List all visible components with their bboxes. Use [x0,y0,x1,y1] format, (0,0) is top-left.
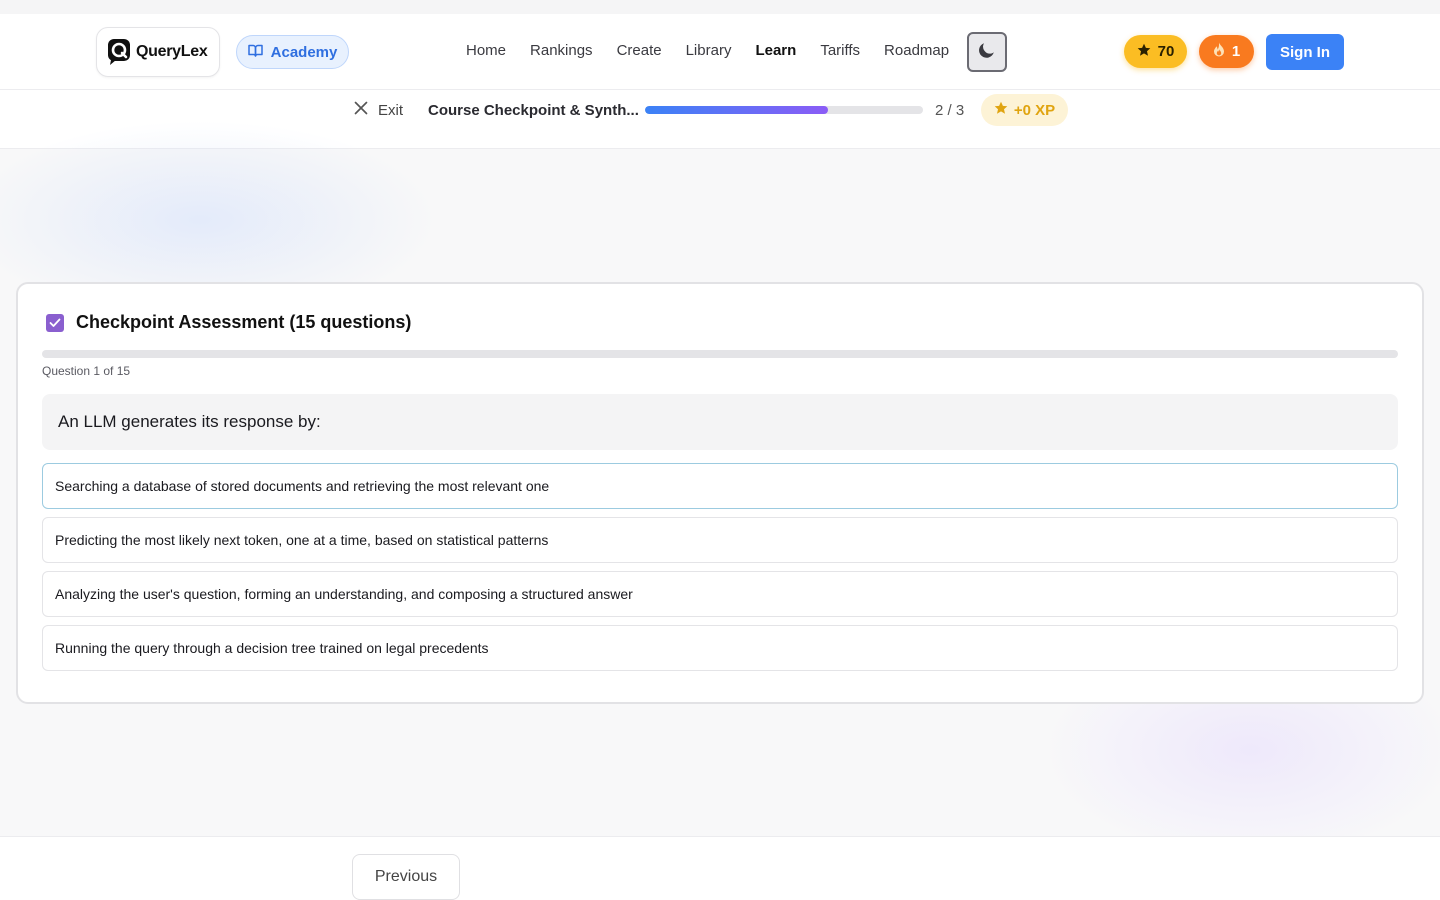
star-icon [994,101,1008,119]
brand-logo[interactable]: QueryLex [96,27,220,77]
close-icon [354,101,368,119]
previous-button[interactable]: Previous [352,854,460,900]
nav-link-home[interactable]: Home [466,42,506,62]
academy-badge-button[interactable]: Academy [236,35,349,69]
exit-label: Exit [378,101,404,119]
exit-button[interactable]: Exit [354,100,403,120]
answer-option-4[interactable]: Running the query through a decision tre… [42,625,1398,671]
nav-link-create[interactable]: Create [617,42,662,62]
stars-badge[interactable]: 70 [1124,35,1187,68]
question-counter: Question 1 of 15 [42,364,131,378]
question-progress-bar [42,350,1398,358]
fire-icon [1213,42,1225,61]
stars-count: 70 [1157,43,1175,60]
answer-option-2[interactable]: Predicting the most likely next token, o… [42,517,1398,563]
question-text: An LLM generates its response by: [42,394,1398,450]
nav-link-library[interactable]: Library [686,42,732,62]
lesson-progress-fill [645,106,829,114]
xp-value: +0 XP [1013,101,1056,119]
top-navbar: QueryLex Academy Home Rankings Create Li… [0,14,1440,90]
lesson-progress-bar [645,106,923,114]
querylex-logo-icon [107,38,133,66]
streak-count: 1 [1231,43,1241,60]
academy-label: Academy [270,43,338,61]
answer-option-3[interactable]: Analyzing the user's question, forming a… [42,571,1398,617]
streak-badge[interactable]: 1 [1199,35,1254,68]
assessment-header: Checkpoint Assessment (15 questions) [46,312,411,333]
sign-in-button[interactable]: Sign In [1266,34,1344,70]
lesson-title: Course Checkpoint & Synth... [428,102,639,119]
answer-option-1[interactable]: Searching a database of stored documents… [42,463,1398,509]
footer-navigation: Previous [0,836,1440,900]
nav-link-learn[interactable]: Learn [755,42,796,62]
star-icon [1137,43,1151,61]
assessment-title: Checkpoint Assessment (15 questions) [76,312,412,332]
moon-icon [977,40,997,65]
xp-badge: +0 XP [981,94,1068,126]
assessment-card: Checkpoint Assessment (15 questions) Que… [16,282,1424,704]
book-open-icon [247,44,263,61]
top-strip [0,0,1440,14]
main-nav: Home Rankings Create Library Learn Tarif… [466,42,973,62]
nav-link-roadmap[interactable]: Roadmap [884,42,949,62]
lesson-step-count: 2 / 3 [935,102,965,119]
nav-link-tariffs[interactable]: Tariffs [820,42,860,62]
theme-toggle-button[interactable] [967,32,1007,72]
nav-link-rankings[interactable]: Rankings [530,42,593,62]
checkbox-checked-icon [46,313,64,332]
brand-name: QueryLex [136,43,208,60]
